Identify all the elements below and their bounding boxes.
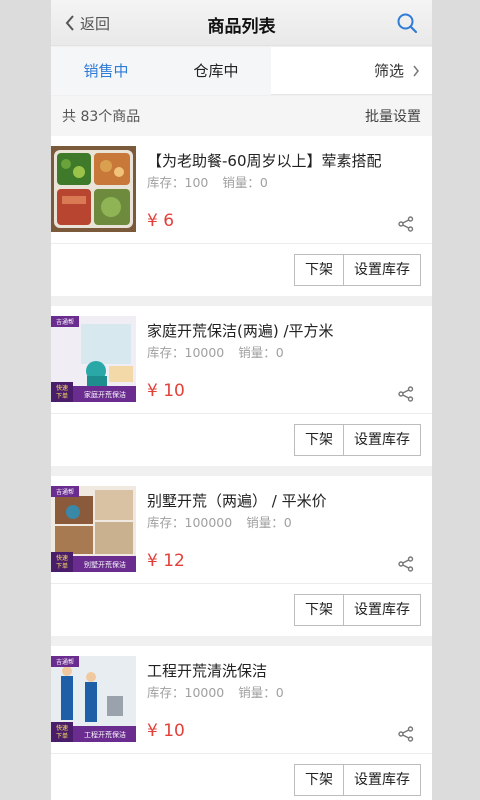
product-stock: 库存：100000 (147, 515, 233, 530)
off-shelf-button[interactable]: 下架 (294, 764, 344, 796)
phone-screen: 返回 商品列表 销售中 仓库中 筛选 共 83个商品 批量设置 【为老助餐-60… (51, 0, 432, 800)
thumb-caption: 别墅开荒保洁 (84, 560, 126, 569)
chevron-right-icon (413, 65, 419, 77)
off-shelf-button[interactable]: 下架 (294, 254, 344, 286)
thumb-brand: 吉通帮 (56, 318, 74, 326)
product-image (51, 146, 136, 232)
set-stock-button[interactable]: 设置库存 (344, 594, 421, 626)
product-stock: 库存：100 (147, 175, 209, 190)
product-price: ¥ 10 (147, 381, 185, 401)
product-stock: 库存：10000 (147, 345, 225, 360)
product-image: 吉通帮 快速 下单 别墅开荒保洁 (51, 486, 136, 572)
svg-text:下单: 下单 (56, 732, 68, 740)
product-sales: 销量：0 (238, 345, 284, 360)
product-price: ¥ 12 (147, 551, 185, 571)
thumb-caption: 家庭开荒保洁 (84, 390, 126, 399)
search-icon[interactable] (396, 12, 418, 34)
off-shelf-button[interactable]: 下架 (294, 594, 344, 626)
card-divider (51, 243, 432, 244)
product-name: 工程开荒清洗保洁 (147, 662, 268, 680)
tab-on-sale[interactable]: 销售中 (51, 47, 161, 95)
set-stock-button[interactable]: 设置库存 (344, 254, 421, 286)
set-stock-button[interactable]: 设置库存 (344, 424, 421, 456)
product-sales: 销量：0 (222, 175, 268, 190)
svg-text:下单: 下单 (56, 392, 68, 400)
share-icon[interactable] (398, 556, 414, 572)
product-sales: 销量：0 (246, 515, 292, 530)
product-meta: 库存：10000 销量：0 (147, 682, 284, 701)
product-card[interactable]: 吉通帮 快速 下单 家庭开荒保洁 家庭开荒保洁(两遍) /平方米 库存：1000… (51, 306, 432, 466)
product-name: 别墅开荒（两遍） / 平米价 (147, 492, 327, 510)
off-shelf-button[interactable]: 下架 (294, 424, 344, 456)
card-actions: 下架 设置库存 (294, 424, 421, 456)
product-sales: 销量：0 (238, 685, 284, 700)
card-divider (51, 413, 432, 414)
product-name: 家庭开荒保洁(两遍) /平方米 (147, 322, 334, 340)
share-icon[interactable] (398, 216, 414, 232)
filter-label: 筛选 (373, 62, 404, 80)
product-card[interactable]: 吉通帮 快速 下单 别墅开荒保洁 别墅开荒（两遍） / 平米价 库存：10000… (51, 476, 432, 636)
share-icon[interactable] (398, 726, 414, 742)
product-price: ¥ 10 (147, 721, 185, 741)
product-meta: 库存：100000 销量：0 (147, 512, 292, 531)
product-price: ¥ 6 (147, 211, 175, 231)
card-actions: 下架 设置库存 (294, 764, 421, 796)
set-stock-button[interactable]: 设置库存 (344, 764, 421, 796)
product-image: 吉通帮 快速 下单 工程开荒保洁 (51, 656, 136, 742)
product-name: 【为老助餐-60周岁以上】荤素搭配 (147, 152, 382, 170)
svg-text:快速: 快速 (56, 384, 68, 392)
product-card[interactable]: 【为老助餐-60周岁以上】荤素搭配 库存：100 销量：0 ¥ 6 下架 设置库存 (51, 136, 432, 296)
card-actions: 下架 设置库存 (294, 594, 421, 626)
svg-text:快速: 快速 (56, 724, 68, 732)
batch-settings-button[interactable]: 批量设置 (365, 106, 421, 126)
thumb-caption: 工程开荒保洁 (84, 730, 126, 739)
svg-text:下单: 下单 (56, 562, 68, 570)
card-actions: 下架 设置库存 (294, 254, 421, 286)
thumb-brand: 吉通帮 (56, 658, 74, 666)
product-image: 吉通帮 快速 下单 家庭开荒保洁 (51, 316, 136, 402)
summary-bar: 共 83个商品 批量设置 (51, 96, 432, 136)
tab-in-store[interactable]: 仓库中 (161, 47, 271, 95)
share-icon[interactable] (398, 386, 414, 402)
product-card[interactable]: 吉通帮 快速 下单 工程开荒保洁 工程开荒清洗保洁 库存：10000 销量：0 ¥… (51, 646, 432, 800)
product-meta: 库存：100 销量：0 (147, 172, 268, 191)
filter-button[interactable]: 筛选 (374, 47, 420, 95)
product-count: 共 83个商品 (62, 109, 141, 125)
status-tabs: 销售中 仓库中 筛选 (51, 47, 432, 95)
app-header: 返回 商品列表 (51, 0, 432, 46)
page-title: 商品列表 (207, 17, 276, 37)
product-stock: 库存：10000 (147, 685, 225, 700)
thumb-brand: 吉通帮 (56, 488, 74, 496)
svg-text:快速: 快速 (56, 554, 68, 562)
product-meta: 库存：10000 销量：0 (147, 342, 284, 361)
card-divider (51, 583, 432, 584)
card-divider (51, 753, 432, 754)
